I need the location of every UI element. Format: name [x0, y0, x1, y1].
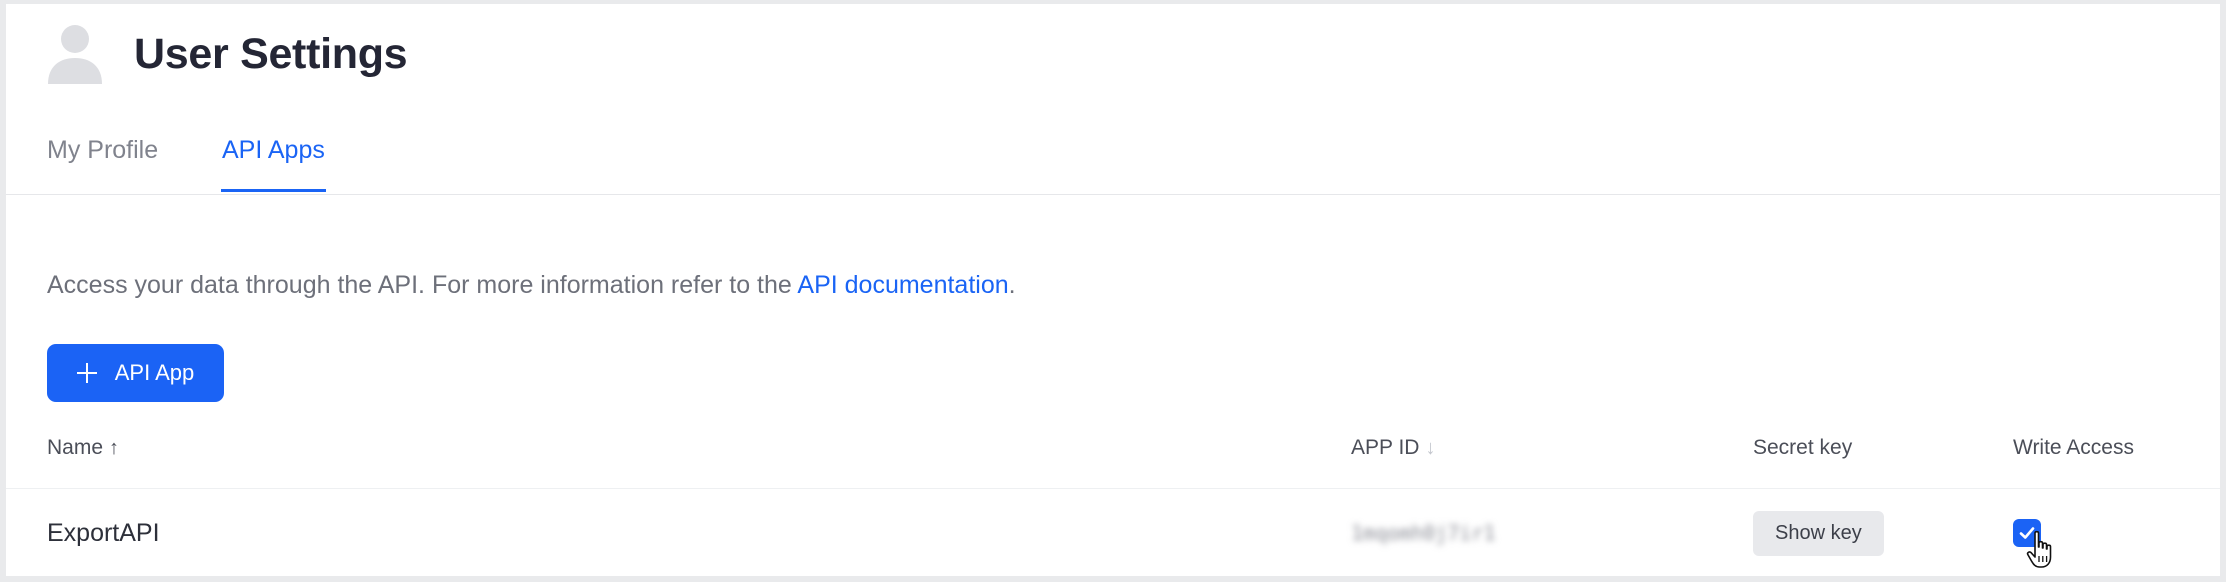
column-header-app-id[interactable]: APP ID ↓: [1351, 436, 1435, 460]
checkmark-icon: [2019, 527, 2035, 539]
page-title: User Settings: [134, 29, 408, 78]
show-key-button[interactable]: Show key: [1753, 510, 1884, 556]
app-id-cell: 1mqomh0j7ir1: [1351, 521, 1496, 545]
write-access-cell: [2013, 490, 2041, 576]
sort-descending-icon: ↓: [1425, 436, 1436, 459]
plus-icon: [76, 363, 97, 383]
api-documentation-link[interactable]: API documentation: [797, 271, 1008, 299]
column-header-secret-key-label: Secret key: [1753, 436, 1853, 459]
write-access-checkbox[interactable]: [2013, 519, 2041, 547]
intro-text-body: Access your data through the API. For mo…: [47, 271, 798, 299]
column-header-app-id-label: APP ID: [1351, 436, 1420, 459]
add-api-app-button[interactable]: API App: [47, 344, 224, 402]
table-row: ExportAPI 1mqomh0j7ir1 Show key: [6, 490, 2220, 576]
column-header-write-access: Write Access: [2013, 436, 2134, 460]
intro-text-suffix: .: [1008, 271, 1016, 299]
column-header-secret-key: Secret key: [1753, 436, 1852, 460]
table-header: Name ↑ APP ID ↓ Secret key Write Access: [6, 428, 2220, 489]
tab-my-profile[interactable]: My Profile: [47, 136, 158, 192]
intro-text: Access your data through the API. For mo…: [47, 271, 1016, 300]
column-header-write-access-label: Write Access: [2013, 436, 2134, 459]
tab-bar: My Profile API Apps: [6, 116, 2220, 195]
page-header: User Settings: [46, 14, 408, 94]
app-name-cell: ExportAPI: [47, 518, 160, 547]
tab-api-apps[interactable]: API Apps: [221, 136, 326, 192]
add-api-app-label: API App: [114, 360, 195, 385]
settings-window: User Settings My Profile API Apps Access…: [6, 4, 2220, 576]
column-header-name-label: Name: [47, 436, 104, 459]
secret-key-cell: Show key: [1753, 490, 1884, 576]
user-avatar-icon: [46, 22, 104, 86]
sort-ascending-icon: ↑: [109, 436, 120, 459]
column-header-name[interactable]: Name ↑: [47, 436, 119, 460]
